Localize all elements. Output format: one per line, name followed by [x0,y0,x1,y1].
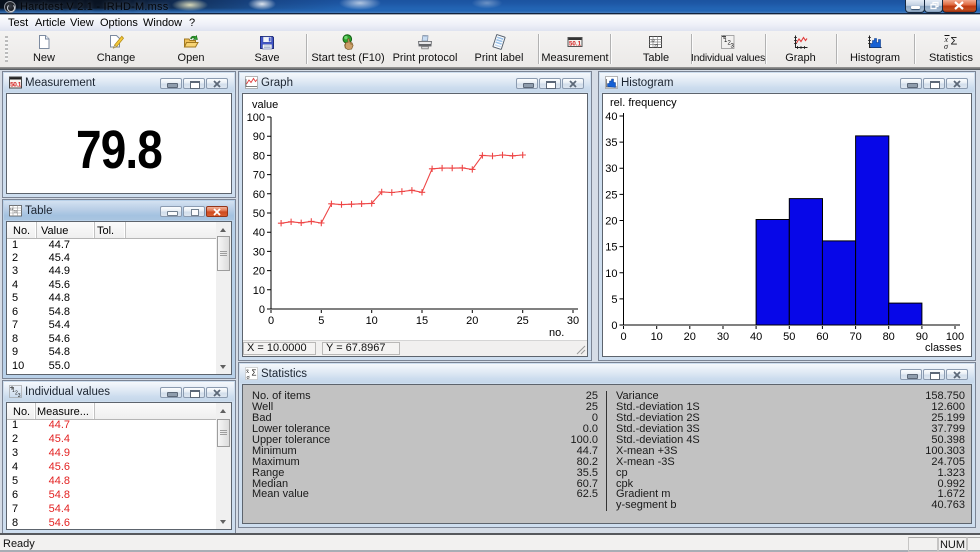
svg-text:10: 10 [605,268,617,280]
svg-text:60: 60 [253,189,265,201]
svg-text:40: 40 [750,331,762,343]
svg-text:5: 5 [611,294,617,306]
svg-text:σ: σ [944,42,949,50]
svg-text:30: 30 [605,163,617,175]
svg-text:15: 15 [416,315,428,327]
svg-text:50.1: 50.1 [10,81,22,88]
svg-text:80: 80 [883,331,895,343]
svg-text:50.1: 50.1 [569,41,582,48]
svg-text:0: 0 [259,304,265,316]
svg-text:3: 3 [18,393,21,398]
svg-text:35: 35 [14,210,18,214]
svg-text:30: 30 [717,331,729,343]
svg-text:80: 80 [253,150,265,162]
svg-text:0: 0 [611,320,617,332]
svg-text:60: 60 [816,331,828,343]
svg-text:50: 50 [783,331,795,343]
svg-text:0: 0 [620,331,626,343]
svg-text:40: 40 [253,227,265,239]
svg-text:25: 25 [605,189,617,201]
svg-text:20: 20 [253,266,265,278]
svg-text:15: 15 [605,242,617,254]
svg-text:30: 30 [253,246,265,258]
svg-text:Σ: Σ [252,369,257,378]
svg-text:10: 10 [253,285,265,297]
svg-text:20: 20 [684,331,696,343]
svg-text:35: 35 [605,137,617,149]
svg-text:value: value [252,99,278,111]
svg-text:40: 40 [605,111,617,123]
svg-text:10: 10 [366,315,378,327]
svg-text:20: 20 [466,315,478,327]
svg-text:30: 30 [567,315,579,327]
svg-text:50: 50 [253,208,265,220]
svg-text:35: 35 [654,44,658,48]
svg-text:100: 100 [247,112,265,124]
svg-text:5: 5 [318,315,324,327]
svg-text:Σ: Σ [951,36,958,48]
svg-text:70: 70 [849,331,861,343]
svg-text:no.: no. [549,327,564,339]
svg-text:rel. frequency: rel. frequency [610,97,677,109]
svg-text:20: 20 [605,216,617,228]
svg-text:0: 0 [268,315,274,327]
svg-text:classes: classes [925,342,962,354]
svg-text:90: 90 [253,131,265,143]
svg-text:70: 70 [253,170,265,182]
svg-text:10: 10 [651,331,663,343]
svg-text:12: 12 [651,39,655,43]
svg-text:25: 25 [517,315,529,327]
